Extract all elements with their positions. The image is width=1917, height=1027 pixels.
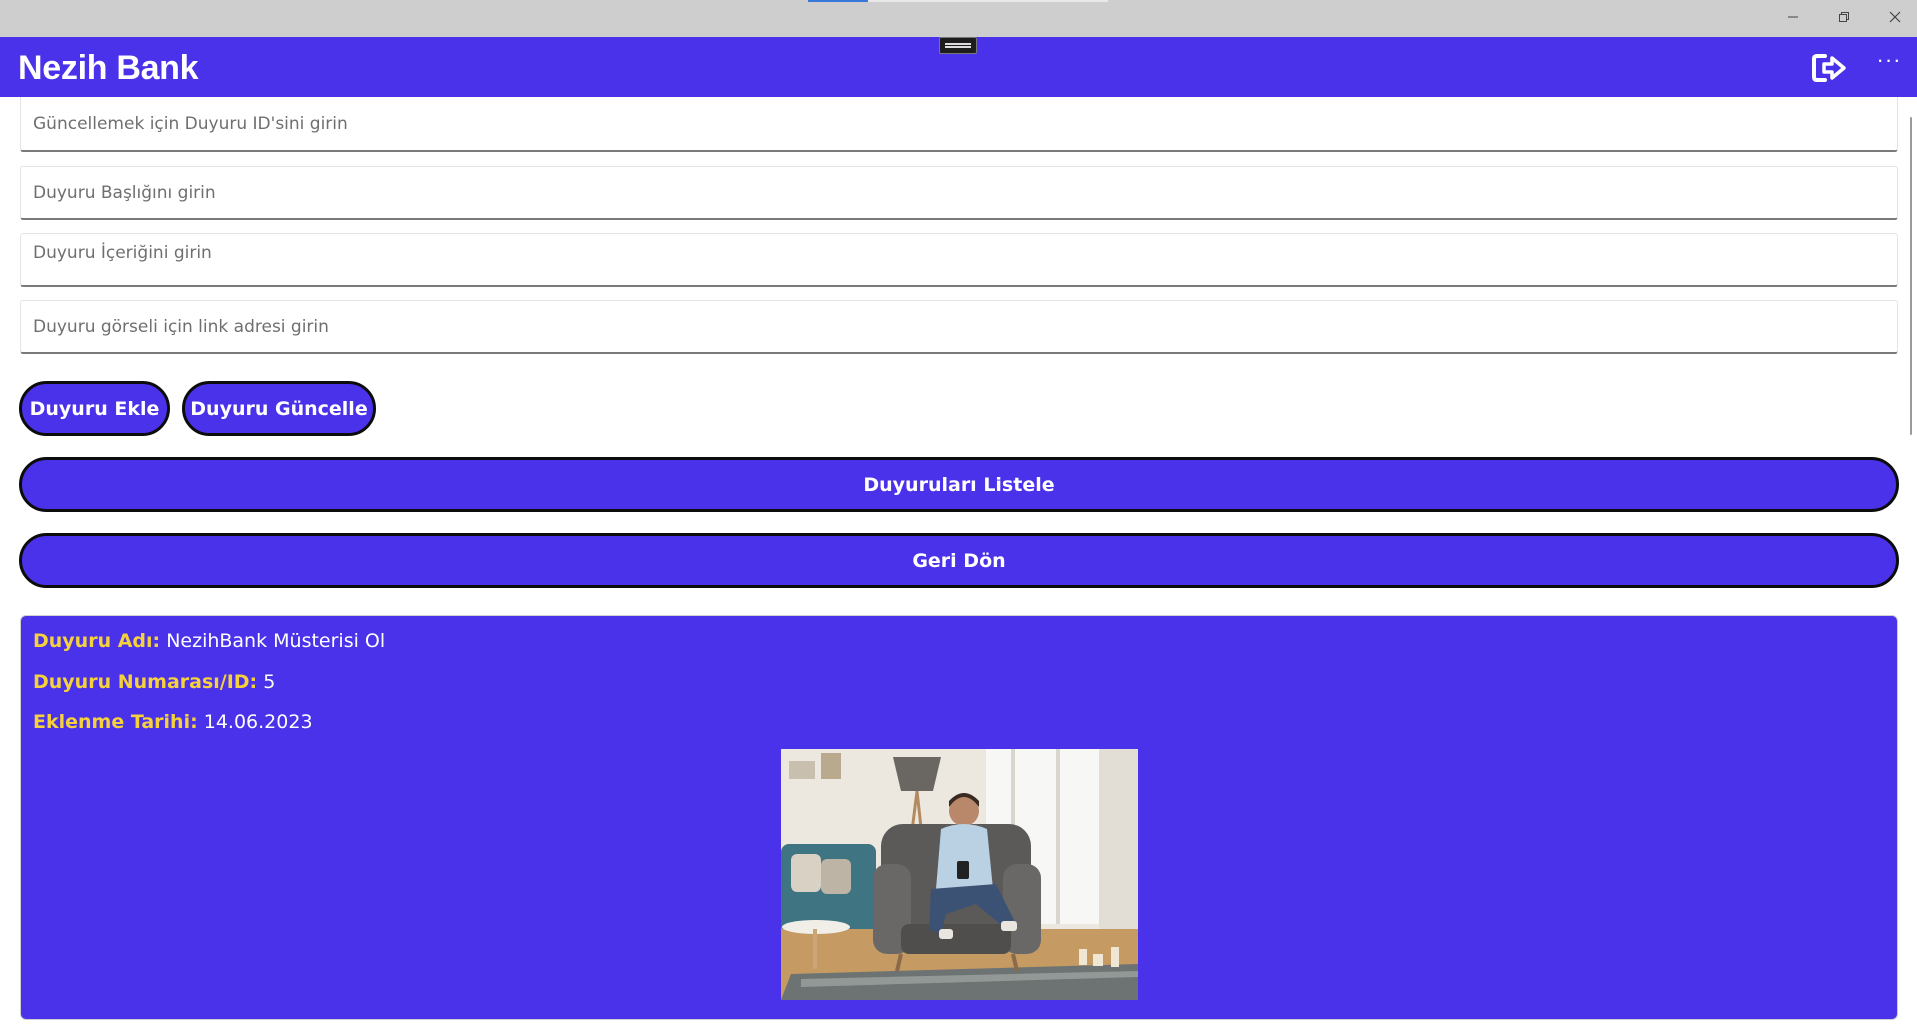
window-titlebar	[0, 0, 1917, 37]
announcement-image-link-input[interactable]	[20, 300, 1898, 354]
announcement-id-value: 5	[263, 671, 276, 693]
app-header: Nezih Bank ···	[0, 37, 1917, 97]
announcement-image	[781, 749, 1138, 1000]
announcement-date-row: Eklenme Tarihi: 14.06.2023	[33, 711, 313, 733]
close-icon[interactable]	[1872, 0, 1917, 34]
announcement-card: Duyuru Adı: NezihBank Müsterisi Ol Duyur…	[20, 615, 1898, 1020]
announcement-content-input[interactable]	[20, 233, 1898, 287]
back-button[interactable]: Geri Dön	[19, 533, 1899, 588]
announcement-id-row: Duyuru Numarası/ID: 5	[33, 671, 275, 693]
announcement-name-value: NezihBank Müsterisi Ol	[166, 630, 386, 652]
more-icon[interactable]: ···	[1872, 49, 1906, 75]
announcement-date-label: Eklenme Tarihi:	[33, 711, 198, 733]
vertical-scrollbar[interactable]	[1910, 117, 1912, 435]
announcement-name-label: Duyuru Adı:	[33, 630, 161, 652]
restore-icon[interactable]	[1821, 0, 1867, 34]
add-announcement-button[interactable]: Duyuru Ekle	[19, 381, 170, 436]
list-announcements-button[interactable]: Duyuruları Listele	[19, 457, 1899, 512]
minimize-icon[interactable]	[1770, 0, 1816, 34]
app-title: Nezih Bank	[18, 49, 199, 87]
titlebar-tab-track	[868, 0, 1108, 2]
announcement-date-value: 14.06.2023	[203, 711, 313, 733]
announcement-id-input[interactable]	[20, 97, 1898, 152]
logout-icon[interactable]	[1810, 51, 1848, 85]
titlebar-tab-indicator	[808, 0, 868, 2]
update-announcement-button[interactable]: Duyuru Güncelle	[182, 381, 376, 436]
announcement-title-input[interactable]	[20, 166, 1898, 220]
announcement-name-row: Duyuru Adı: NezihBank Müsterisi Ol	[33, 630, 385, 652]
announcement-id-label: Duyuru Numarası/ID:	[33, 671, 258, 693]
drag-handle-icon[interactable]	[939, 37, 977, 54]
